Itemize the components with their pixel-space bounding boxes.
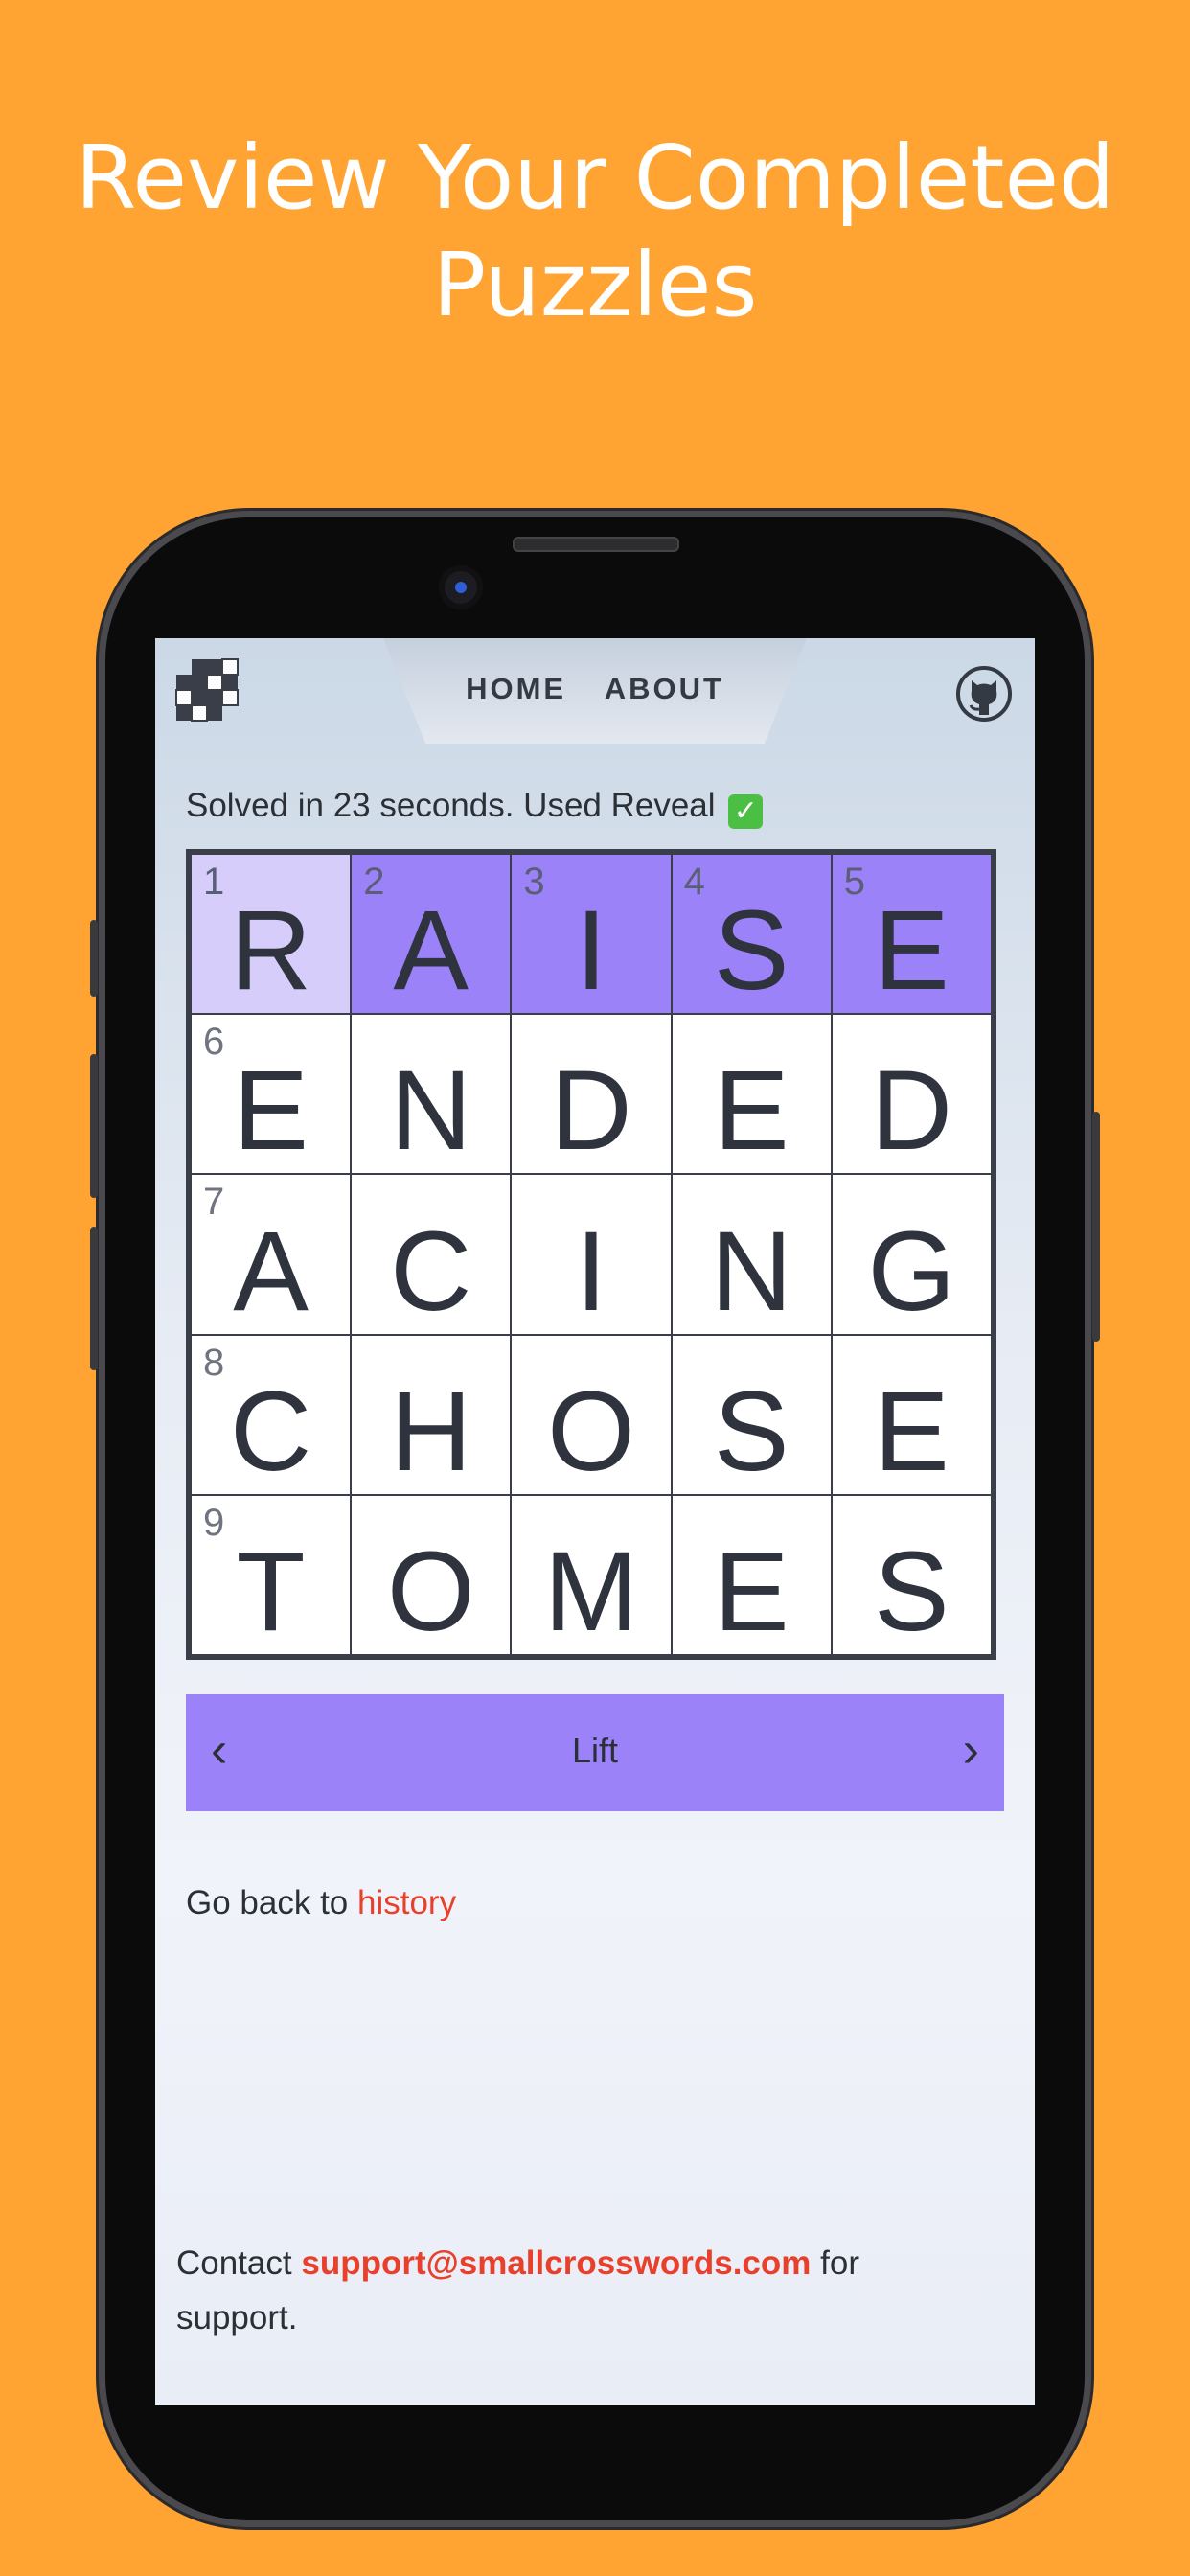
history-link[interactable]: history (357, 1884, 456, 1921)
volume-down-button (90, 1227, 98, 1370)
grid-cell[interactable]: D (832, 1015, 991, 1175)
cell-letter: O (547, 1368, 635, 1495)
cell-letter: E (233, 1047, 309, 1175)
grid-cell[interactable]: 2A (352, 855, 511, 1015)
grid-cell[interactable]: N (672, 1175, 831, 1335)
grid-cell[interactable]: 3I (512, 855, 671, 1015)
nav-about-link[interactable]: ABOUT (605, 672, 724, 705)
cell-letter: R (229, 887, 312, 1015)
grid-cell[interactable]: 1R (192, 855, 351, 1015)
nav-home-link[interactable]: HOME (466, 672, 566, 705)
solve-status-text: Solved in 23 seconds. Used Reveal (186, 787, 716, 824)
cell-letter: G (867, 1208, 956, 1335)
cell-letter: I (575, 1208, 607, 1335)
grid-cell[interactable]: H (352, 1335, 511, 1495)
grid-cell[interactable]: E (832, 1335, 991, 1495)
cell-letter: A (233, 1208, 309, 1335)
grid-cell[interactable]: 8C (192, 1335, 351, 1495)
solve-status: Solved in 23 seconds. Used Reveal ✓ (186, 787, 764, 829)
grid-cell[interactable]: 6E (192, 1015, 351, 1175)
cell-letter: C (390, 1208, 472, 1335)
phone-frame: HOME ABOUT Solved in 23 seconds. Used Re… (90, 518, 1100, 2520)
promo-headline: Review Your Completed Puzzles (0, 125, 1190, 339)
grid-cell[interactable]: 9T (192, 1495, 351, 1655)
grid-cell[interactable]: 5E (832, 855, 991, 1015)
cell-letter: C (229, 1368, 312, 1495)
top-nav: HOME ABOUT (155, 672, 1035, 706)
power-button (1092, 1112, 1100, 1342)
cell-letter: E (713, 1047, 790, 1175)
clue-text: Lift (571, 1731, 619, 1770)
volume-up-button (90, 1054, 98, 1198)
cell-letter: N (710, 1208, 792, 1335)
grid-cell[interactable]: G (832, 1175, 991, 1335)
grid-cell[interactable]: N (352, 1015, 511, 1175)
cell-letter: A (393, 887, 469, 1015)
grid-cell[interactable]: O (512, 1335, 671, 1495)
grid-cell[interactable]: C (352, 1175, 511, 1335)
promo-headline-line2: Puzzles (432, 234, 758, 336)
cell-letter: S (713, 887, 790, 1015)
cell-letter: N (390, 1047, 472, 1175)
cell-letter: D (550, 1047, 632, 1175)
cell-letter: S (874, 1528, 950, 1655)
promo-headline-line1: Review Your Completed (75, 126, 1115, 229)
check-emoji-icon: ✓ (728, 794, 764, 829)
cell-letter: S (713, 1368, 790, 1495)
app-screen: HOME ABOUT Solved in 23 seconds. Used Re… (155, 638, 1035, 2405)
grid-cell[interactable]: M (512, 1495, 671, 1655)
grid-cell[interactable]: D (512, 1015, 671, 1175)
front-camera-icon (439, 565, 483, 610)
mute-switch (90, 920, 98, 997)
grid-cell[interactable]: E (672, 1015, 831, 1175)
cell-letter: O (386, 1528, 475, 1655)
grid-cell[interactable]: E (672, 1495, 831, 1655)
next-clue-icon[interactable]: › (963, 1721, 979, 1779)
cell-letter: T (236, 1528, 306, 1655)
clue-bar[interactable]: ‹ Lift › (186, 1694, 1004, 1811)
cell-letter: D (870, 1047, 952, 1175)
support-email-link[interactable]: support@smallcrosswords.com (301, 2244, 811, 2282)
cell-letter: H (390, 1368, 472, 1495)
cell-letter: E (874, 887, 950, 1015)
go-back-text: Go back to (186, 1884, 349, 1921)
github-icon[interactable] (955, 665, 1013, 723)
cell-letter: E (713, 1528, 790, 1655)
grid-cell[interactable]: I (512, 1175, 671, 1335)
grid-cell[interactable]: 4S (672, 855, 831, 1015)
cell-letter: I (575, 887, 607, 1015)
cell-letter: M (543, 1528, 639, 1655)
grid-cell[interactable]: S (832, 1495, 991, 1655)
grid-cell[interactable]: O (352, 1495, 511, 1655)
go-back-line: Go back to history (186, 1884, 456, 1922)
contact-line: Contact support@smallcrosswords.com for … (176, 2236, 962, 2345)
contact-prefix: Contact (176, 2244, 292, 2282)
grid-cell[interactable]: 7A (192, 1175, 351, 1335)
crossword-grid: 1R2A3I4S5E6ENDED7ACING8CHOSE9TOMES (186, 849, 996, 1660)
cell-letter: E (874, 1368, 950, 1495)
grid-cell[interactable]: S (672, 1335, 831, 1495)
earpiece-speaker (513, 537, 679, 552)
